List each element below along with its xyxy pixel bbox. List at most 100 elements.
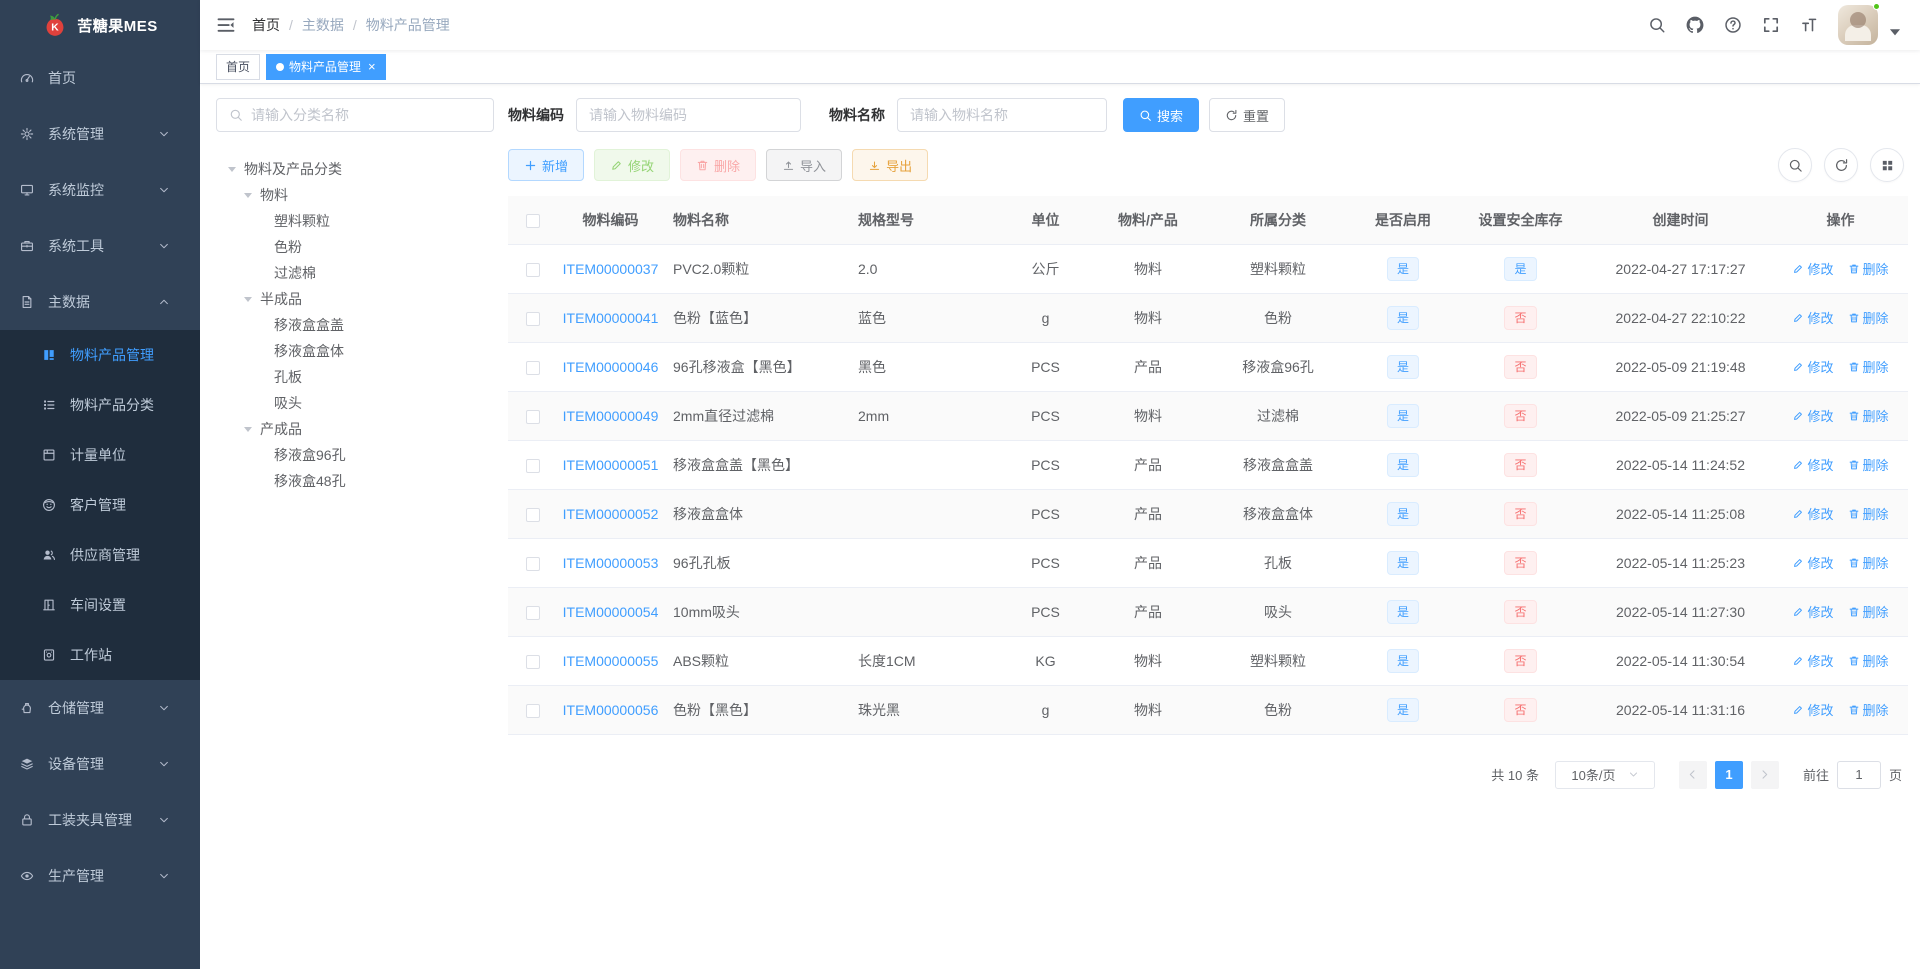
- edit-row-link[interactable]: 修改: [1792, 357, 1834, 376]
- edit-row-link[interactable]: 修改: [1792, 259, 1834, 278]
- avatar[interactable]: [1838, 3, 1880, 45]
- tree-node[interactable]: 移液盒盒盖: [216, 312, 494, 338]
- help-icon[interactable]: [1724, 16, 1742, 34]
- edit-row-link[interactable]: 修改: [1792, 651, 1834, 670]
- edit-row-link[interactable]: 修改: [1792, 553, 1834, 572]
- sidebar-item-12[interactable]: 仓储管理: [0, 680, 200, 736]
- delete-row-link[interactable]: 删除: [1848, 553, 1889, 572]
- search-button[interactable]: 搜索: [1123, 98, 1200, 132]
- row-checkbox[interactable]: [526, 458, 540, 473]
- delete-button[interactable]: 删除: [680, 149, 757, 181]
- tree-node[interactable]: 移液盒48孔: [216, 468, 494, 494]
- item-code-link[interactable]: ITEM00000037: [563, 261, 659, 277]
- current-page-button[interactable]: 1: [1714, 760, 1743, 789]
- prev-page-button[interactable]: [1678, 760, 1707, 789]
- row-checkbox[interactable]: [526, 360, 540, 375]
- row-checkbox[interactable]: [526, 654, 540, 669]
- edit-row-link[interactable]: 修改: [1792, 504, 1834, 523]
- toggle-search-button[interactable]: [1778, 148, 1812, 182]
- edit-row-link[interactable]: 修改: [1792, 602, 1834, 621]
- user-menu[interactable]: [1838, 3, 1904, 45]
- tree-node[interactable]: 半成品: [216, 286, 494, 312]
- github-icon[interactable]: [1686, 16, 1704, 34]
- row-checkbox[interactable]: [526, 311, 540, 326]
- sidebar-item-13[interactable]: 设备管理: [0, 736, 200, 792]
- sidebar-item-15[interactable]: 生产管理: [0, 848, 200, 904]
- tree-node[interactable]: 产成品: [216, 416, 494, 442]
- delete-row-link[interactable]: 删除: [1848, 357, 1889, 376]
- tab-close-icon[interactable]: ×: [368, 60, 376, 73]
- reset-button[interactable]: 重置: [1209, 98, 1286, 132]
- tree-node[interactable]: 塑料颗粒: [216, 208, 494, 234]
- hamburger-icon[interactable]: [216, 15, 236, 35]
- edit-row-link[interactable]: 修改: [1792, 406, 1834, 425]
- row-checkbox[interactable]: [526, 507, 540, 522]
- delete-row-link[interactable]: 删除: [1848, 602, 1889, 621]
- sidebar-item-2[interactable]: 系统监控: [0, 162, 200, 218]
- row-checkbox[interactable]: [526, 409, 540, 424]
- app-logo[interactable]: K 苦糖果MES: [0, 0, 200, 50]
- tab-material-product-management[interactable]: 物料产品管理 ×: [266, 53, 386, 80]
- sidebar-item-14[interactable]: 工装夹具管理: [0, 792, 200, 848]
- row-checkbox[interactable]: [526, 703, 540, 718]
- caret-down-icon[interactable]: [1886, 23, 1904, 41]
- sidebar-item-6[interactable]: 物料产品分类: [0, 380, 200, 430]
- next-page-button[interactable]: [1750, 760, 1779, 789]
- row-checkbox[interactable]: [526, 262, 540, 277]
- tree-expand-arrow-icon[interactable]: [244, 192, 252, 198]
- delete-row-link[interactable]: 删除: [1848, 259, 1889, 278]
- tree-node[interactable]: 色粉: [216, 234, 494, 260]
- item-code-link[interactable]: ITEM00000056: [563, 702, 659, 718]
- tree-expand-arrow-icon[interactable]: [244, 296, 252, 302]
- search-icon[interactable]: [1648, 16, 1666, 34]
- tree-node[interactable]: 孔板: [216, 364, 494, 390]
- item-code-link[interactable]: ITEM00000054: [563, 604, 659, 620]
- item-code-link[interactable]: ITEM00000051: [563, 457, 659, 473]
- refresh-table-button[interactable]: [1824, 148, 1858, 182]
- sidebar-item-11[interactable]: 工作站: [0, 630, 200, 680]
- sidebar-item-9[interactable]: 供应商管理: [0, 530, 200, 580]
- export-button[interactable]: 导出: [852, 149, 929, 181]
- material-name-input[interactable]: [897, 98, 1107, 132]
- delete-row-link[interactable]: 删除: [1848, 651, 1889, 670]
- sidebar-item-1[interactable]: 系统管理: [0, 106, 200, 162]
- sidebar-item-0[interactable]: 首页: [0, 50, 200, 106]
- goto-page-input[interactable]: [1836, 760, 1881, 789]
- category-search-input[interactable]: [251, 107, 481, 123]
- sidebar-item-3[interactable]: 系统工具: [0, 218, 200, 274]
- select-all-checkbox[interactable]: [526, 213, 540, 228]
- material-code-input[interactable]: [576, 98, 801, 132]
- sidebar-item-4[interactable]: 主数据: [0, 274, 200, 330]
- sidebar-item-10[interactable]: 车间设置: [0, 580, 200, 630]
- tree-node[interactable]: 物料及产品分类: [216, 156, 494, 182]
- edit-button[interactable]: 修改: [594, 149, 671, 181]
- item-code-link[interactable]: ITEM00000041: [563, 310, 659, 326]
- item-code-link[interactable]: ITEM00000053: [563, 555, 659, 571]
- item-code-link[interactable]: ITEM00000049: [563, 408, 659, 424]
- tree-expand-arrow-icon[interactable]: [228, 166, 236, 172]
- tree-node[interactable]: 物料: [216, 182, 494, 208]
- tab-home[interactable]: 首页: [216, 53, 261, 80]
- page-size-select[interactable]: 10条/页: [1554, 760, 1655, 789]
- fullscreen-icon[interactable]: [1762, 16, 1780, 34]
- row-checkbox[interactable]: [526, 605, 540, 620]
- delete-row-link[interactable]: 删除: [1848, 308, 1889, 327]
- tree-node[interactable]: 移液盒盒体: [216, 338, 494, 364]
- edit-row-link[interactable]: 修改: [1792, 455, 1834, 474]
- item-code-link[interactable]: ITEM00000055: [563, 653, 659, 669]
- delete-row-link[interactable]: 删除: [1848, 406, 1889, 425]
- add-button[interactable]: 新增: [508, 149, 585, 181]
- delete-row-link[interactable]: 删除: [1848, 504, 1889, 523]
- item-code-link[interactable]: ITEM00000052: [563, 506, 659, 522]
- import-button[interactable]: 导入: [766, 149, 843, 181]
- sidebar-item-8[interactable]: 客户管理: [0, 480, 200, 530]
- tree-node[interactable]: 吸头: [216, 390, 494, 416]
- row-checkbox[interactable]: [526, 556, 540, 571]
- tree-node[interactable]: 移液盒96孔: [216, 442, 494, 468]
- delete-row-link[interactable]: 删除: [1848, 700, 1889, 719]
- tree-expand-arrow-icon[interactable]: [244, 426, 252, 432]
- edit-row-link[interactable]: 修改: [1792, 308, 1834, 327]
- font-size-icon[interactable]: [1800, 16, 1818, 34]
- delete-row-link[interactable]: 删除: [1848, 455, 1889, 474]
- breadcrumb-home[interactable]: 首页: [252, 15, 280, 35]
